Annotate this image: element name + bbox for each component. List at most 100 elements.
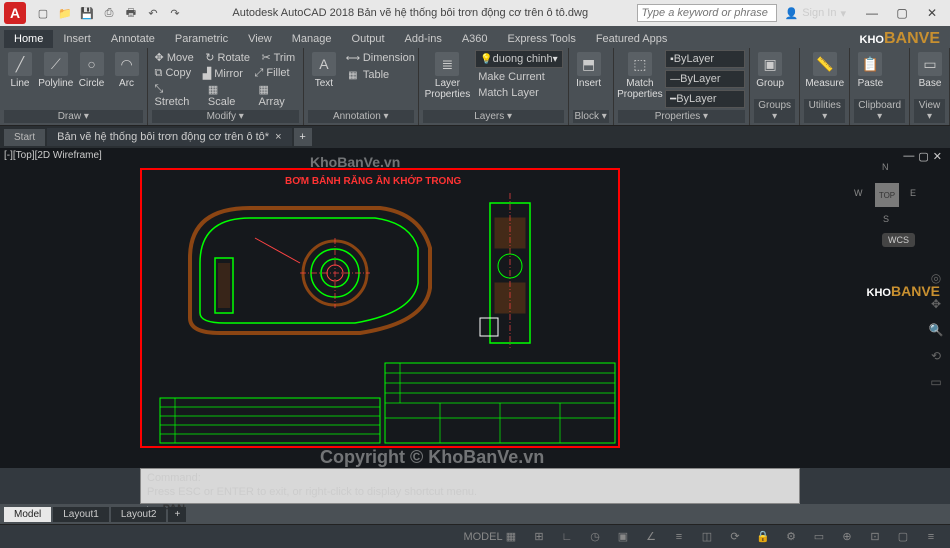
osnap-icon[interactable]: ▣ — [612, 527, 634, 547]
line-button[interactable]: ╱Line — [4, 50, 36, 91]
panel-annotation: AText ⟷Dimension ▦Table Annotation ▾ — [304, 48, 419, 125]
open-icon[interactable]: 📁 — [56, 4, 74, 22]
polyline-button[interactable]: ⟋Polyline — [39, 50, 73, 91]
tab-view[interactable]: View — [238, 30, 282, 48]
viewcube-top[interactable]: TOP — [875, 183, 899, 207]
clean-screen-icon[interactable]: ▢ — [892, 527, 914, 547]
tab-express[interactable]: Express Tools — [498, 30, 586, 48]
annotation-monitor-icon[interactable]: ▭ — [808, 527, 830, 547]
panel-view-label[interactable]: View ▾ — [914, 99, 945, 123]
customize-icon[interactable]: ≡ — [920, 527, 942, 547]
lineweight-icon[interactable]: ≡ — [668, 527, 690, 547]
redo-icon[interactable]: ↷ — [166, 4, 184, 22]
tab-manage[interactable]: Manage — [282, 30, 342, 48]
panel-block-label[interactable]: Block ▾ — [573, 110, 609, 123]
viewport-label[interactable]: [-][Top][2D Wireframe] — [4, 150, 102, 161]
new-tab-button[interactable]: + — [294, 128, 312, 146]
model-space-button[interactable]: MODEL — [472, 527, 494, 547]
new-icon[interactable]: ▢ — [34, 4, 52, 22]
linetype-dropdown[interactable]: ━ ByLayer — [665, 90, 745, 108]
annotation-scale-icon[interactable]: 🔒 — [752, 527, 774, 547]
saveas-icon[interactable]: ⎙ — [100, 4, 118, 22]
tab-insert[interactable]: Insert — [53, 30, 101, 48]
showmotion-icon[interactable]: ▭ — [926, 372, 946, 392]
minimize-button[interactable]: — — [858, 3, 886, 23]
nav-w[interactable]: W — [854, 188, 863, 198]
circle-button[interactable]: ○Circle — [76, 50, 108, 91]
text-button[interactable]: AText — [308, 50, 340, 91]
modify-row3[interactable]: ⤡ Stretch ▦ Scale ▦ Array — [152, 82, 299, 109]
color-dropdown[interactable]: ▪ ByLayer — [665, 50, 745, 68]
lineweight-dropdown[interactable]: — ByLayer — [665, 70, 745, 88]
panel-layers-label[interactable]: Layers ▾ — [423, 110, 564, 123]
layout-1[interactable]: Layout1 — [53, 507, 109, 522]
tab-output[interactable]: Output — [342, 30, 395, 48]
arc-button[interactable]: ◠Arc — [111, 50, 143, 91]
layout-add-button[interactable]: + — [168, 507, 186, 522]
tab-home[interactable]: Home — [4, 30, 53, 48]
panel-utilities-label[interactable]: Utilities ▾ — [804, 99, 845, 123]
grid-icon[interactable]: ▦ — [500, 527, 522, 547]
layout-2[interactable]: Layout2 — [111, 507, 167, 522]
match-layer-button[interactable]: Match Layer — [475, 86, 562, 100]
save-icon[interactable]: 💾 — [78, 4, 96, 22]
match-props-button[interactable]: ⬚Match Properties — [618, 50, 663, 102]
panel-modify-label[interactable]: Modify ▾ — [152, 110, 299, 123]
command-line[interactable]: Command: Press ESC or ENTER to exit, or … — [140, 468, 800, 504]
tab-parametric[interactable]: Parametric — [165, 30, 238, 48]
cycling-icon[interactable]: ⟳ — [724, 527, 746, 547]
measure-button[interactable]: 📏Measure — [804, 50, 845, 91]
viewcube[interactable]: TOP N S E W — [850, 158, 920, 228]
ortho-icon[interactable]: ∟ — [556, 527, 578, 547]
file-tab-active[interactable]: Bản vẽ hệ thống bôi trơn động cơ trên ô … — [47, 128, 291, 146]
nav-e[interactable]: E — [910, 188, 916, 198]
print-icon[interactable]: 🖶 — [122, 4, 140, 22]
table-button[interactable]: ▦Table — [343, 67, 418, 83]
modify-row2[interactable]: ⧉ Copy ▟ Mirror ⤢ Fillet — [152, 66, 293, 81]
hardware-icon[interactable]: ⊡ — [864, 527, 886, 547]
file-tab-start[interactable]: Start — [4, 129, 45, 146]
paste-button[interactable]: 📋Paste — [854, 50, 886, 91]
zoom-icon[interactable]: 🔍 — [926, 320, 946, 340]
tab-addins[interactable]: Add-ins — [395, 30, 452, 48]
transparency-icon[interactable]: ◫ — [696, 527, 718, 547]
close-button[interactable]: ✕ — [918, 3, 946, 23]
nav-s[interactable]: S — [883, 214, 889, 224]
dimension-button[interactable]: ⟷Dimension — [343, 50, 418, 66]
orbit-icon[interactable]: ⟲ — [926, 346, 946, 366]
nav-n[interactable]: N — [882, 162, 889, 172]
undo-icon[interactable]: ↶ — [144, 4, 162, 22]
snap-icon[interactable]: ⊞ — [528, 527, 550, 547]
maximize-button[interactable]: ▢ — [888, 3, 916, 23]
tab-a360[interactable]: A360 — [452, 30, 498, 48]
measure-icon: 📏 — [813, 52, 837, 76]
otrack-icon[interactable]: ∠ — [640, 527, 662, 547]
layer-props-button[interactable]: ≣Layer Properties — [423, 50, 473, 102]
vp-close-icon[interactable]: ✕ — [933, 150, 942, 163]
workspace-icon[interactable]: ⚙ — [780, 527, 802, 547]
wcs-badge[interactable]: WCS — [882, 233, 915, 247]
insert-button[interactable]: ⬒Insert — [573, 50, 605, 91]
panel-properties-label[interactable]: Properties ▾ — [618, 110, 746, 123]
polar-icon[interactable]: ◷ — [584, 527, 606, 547]
layout-model[interactable]: Model — [4, 507, 51, 522]
make-current-button[interactable]: Make Current — [475, 70, 562, 84]
isolate-icon[interactable]: ⊕ — [836, 527, 858, 547]
panel-annotation-label[interactable]: Annotation ▾ — [308, 110, 414, 123]
modify-row1[interactable]: ✥ Move ↻ Rotate ✂ Trim — [152, 50, 299, 65]
panel-clipboard-label[interactable]: Clipboard ▾ — [854, 99, 905, 123]
help-search-input[interactable] — [637, 4, 777, 22]
text-icon: A — [312, 52, 336, 76]
layer-dropdown[interactable]: 💡 duong chinh ▾ — [475, 50, 562, 68]
panel-draw-label[interactable]: Draw ▾ — [4, 110, 143, 123]
tab-annotate[interactable]: Annotate — [101, 30, 165, 48]
base-button[interactable]: ▭Base — [914, 50, 946, 91]
close-tab-icon[interactable]: × — [275, 131, 281, 143]
panel-groups-label[interactable]: Groups ▾ — [754, 99, 795, 123]
group-button[interactable]: ▣Group — [754, 50, 786, 91]
app-logo[interactable]: A — [4, 2, 26, 24]
tab-featured[interactable]: Featured Apps — [586, 30, 678, 48]
signin-button[interactable]: 👤Sign In▾ — [785, 7, 846, 20]
viewport[interactable]: [-][Top][2D Wireframe] — ▢ ✕ KHOBANVE BƠ… — [0, 148, 950, 468]
command-input[interactable] — [163, 503, 793, 515]
